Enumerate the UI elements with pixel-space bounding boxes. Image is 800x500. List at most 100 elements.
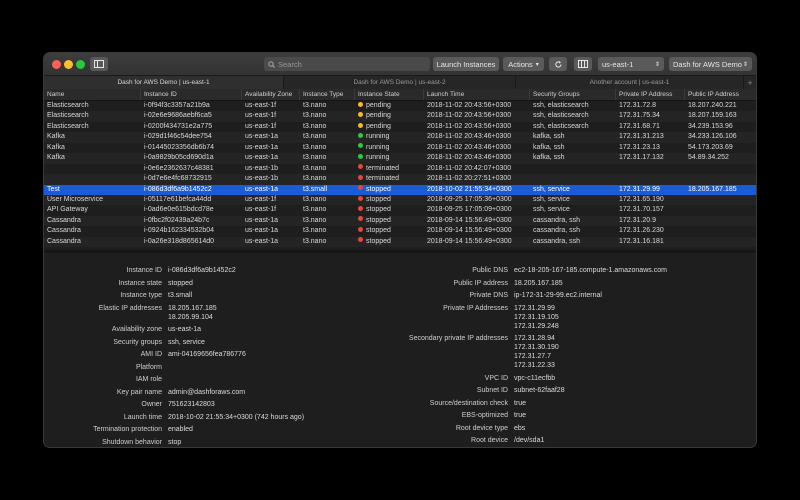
column-header-public-ip[interactable]: Public IP Address — [685, 89, 756, 100]
state-label: stopped — [366, 237, 391, 245]
cell-name: Kafka — [47, 133, 65, 141]
detail-value[interactable]: ebs — [514, 424, 525, 433]
tab-account-3[interactable]: Another account | us-east-1 — [516, 76, 744, 89]
status-dot-icon — [358, 174, 363, 180]
detail-label: Instance ID — [126, 267, 162, 274]
detail-label: Elastic IP addresses — [98, 304, 162, 312]
cell-instance-id: i-086d3df6a9b1452c2 — [144, 185, 212, 193]
cell-instance-type: t3.nano — [303, 206, 327, 214]
cell-name: Elasticsearch — [47, 112, 89, 120]
cell-name: Kafka — [47, 143, 65, 151]
table-row[interactable]: Cassandra i-0924b162334532b04 us-east-1a t3… — [44, 226, 756, 236]
column-header-instance-type[interactable]: Instance Type — [300, 89, 355, 100]
column-header-security-groups[interactable]: Security Groups — [530, 89, 616, 100]
add-tab-button[interactable]: + — [744, 76, 756, 89]
sidebar-toggle-button[interactable] — [90, 57, 108, 71]
cell-instance-state: stopped — [355, 216, 424, 226]
detail-value[interactable]: vpc-c11ecfbb — [514, 374, 555, 383]
detail-value[interactable]: ssh, service — [168, 338, 205, 347]
table-row[interactable]: Kafka i-0a9829b05cd690d1a us-east-1a t3.nan… — [44, 153, 756, 164]
status-dot-icon — [358, 164, 363, 170]
table-row[interactable]: Elasticsearch i-0f94f3c3357a21b9a us-east-… — [44, 101, 756, 111]
cell-instance-id: i-0a26e318d865614d0 — [144, 237, 215, 245]
cell-public-ip — [685, 195, 756, 205]
launch-instances-button[interactable]: Launch Instances — [433, 57, 499, 71]
detail-value[interactable]: stopped — [168, 279, 193, 288]
cell-instance-type: t3.nano — [303, 227, 327, 235]
detail-value[interactable]: 172.31.28.94 172.31.30.190 172.31.27.7 1… — [514, 334, 559, 370]
detail-value[interactable]: ami-04169656fea786776 — [168, 350, 246, 359]
detail-value[interactable]: 751623142803 — [168, 400, 215, 409]
table-row[interactable]: Cassandra i-0fbc2f02439a24b7c us-east-1a t3… — [44, 215, 756, 227]
cell-security-groups: ssh, elasticsearch — [533, 122, 589, 130]
zoom-window-button[interactable] — [76, 60, 85, 69]
table-row[interactable]: Kafka i-029d1f46c54dee754 us-east-1a t3.nan… — [44, 132, 756, 143]
state-label: stopped — [366, 227, 391, 235]
detail-value[interactable]: t3.small — [168, 291, 192, 300]
detail-label: IAM role — [135, 376, 162, 383]
account-select[interactable]: Dash for AWS Demo ⇕ — [669, 57, 752, 71]
detail-value[interactable]: /dev/sda1 — [514, 436, 544, 445]
table-row[interactable]: Test i-086d3df6a9b1452c2 us-east-1a t3.smal… — [44, 184, 756, 195]
column-header-name[interactable]: Name — [44, 89, 141, 100]
detail-value[interactable]: ec2-18-205-167-185.compute-1.amazonaws.c… — [514, 266, 667, 275]
column-header-instance-id[interactable]: Instance ID — [141, 89, 242, 100]
chevron-down-icon: ▾ — [535, 61, 539, 68]
tab-account-1[interactable]: Dash for AWS Demo | us-east-1 — [44, 76, 284, 89]
status-dot-icon — [358, 195, 363, 201]
cell-launch-time: 2018-11-02 20:42:07+0300 — [427, 164, 512, 172]
minimize-window-button[interactable] — [64, 60, 73, 69]
columns-toggle-button[interactable] — [574, 57, 592, 71]
cell-launch-time: 2018-11-02 20:43:56+0300 — [427, 122, 512, 130]
cell-security-groups: ssh, service — [533, 195, 570, 203]
sidebar-icon — [94, 60, 104, 68]
detail-value[interactable]: i-086d3df6a9b1452c2 — [168, 266, 236, 275]
search-field[interactable] — [264, 57, 430, 71]
cell-availability-zone: us-east-1f — [245, 122, 277, 130]
detail-value[interactable]: stop — [168, 438, 181, 447]
column-header-availability-zone[interactable]: Availability Zone — [242, 89, 300, 100]
status-dot-icon — [358, 143, 363, 149]
detail-value[interactable]: us-east-1a — [168, 325, 201, 334]
refresh-button[interactable] — [549, 57, 567, 71]
instances-table: Elasticsearch i-0f94f3c3357a21b9a us-east-… — [44, 101, 756, 248]
search-input[interactable] — [275, 59, 418, 69]
detail-value[interactable]: subnet-62faaf28 — [514, 386, 565, 395]
detail-label: Secondary private IP addresses — [408, 335, 508, 342]
detail-value[interactable]: 2018-10-02 21:55:34+0300 (742 hours ago) — [168, 413, 304, 422]
detail-value[interactable]: 18.205.167.185 18.205.99.104 — [168, 304, 217, 322]
detail-value[interactable]: 18.205.167.185 — [514, 279, 563, 288]
column-header-private-ip[interactable]: Private IP Address — [616, 89, 685, 100]
cell-availability-zone: us-east-1f — [245, 195, 277, 203]
detail-label: Key pair name — [116, 388, 162, 396]
actions-menu-button[interactable]: Actions ▾ — [503, 57, 544, 71]
table-row[interactable]: Cassandra i-0a26e318d865614d0 us-east-1a t3… — [44, 236, 756, 248]
cell-availability-zone: us-east-1b — [245, 164, 279, 172]
table-row[interactable]: Elasticsearch i-02e6e9686aebf6ca5 us-east-… — [44, 111, 756, 122]
table-row[interactable]: Kafka i-01445023356db6b74 us-east-1a t3.nan… — [44, 143, 756, 153]
table-row[interactable]: Elasticsearch i-0200f434731e2a775 us-east-… — [44, 122, 756, 132]
detail-label: Instance type — [120, 292, 162, 299]
detail-value[interactable]: true — [514, 399, 526, 408]
close-window-button[interactable] — [52, 60, 61, 69]
detail-value[interactable]: admin@dashforaws.com — [168, 388, 245, 397]
region-select[interactable]: us-east-1 ⇕ — [598, 57, 664, 71]
cell-private-ip: 172.31.31.213 — [619, 133, 664, 141]
column-header-instance-state[interactable]: Instance State — [355, 89, 424, 100]
tab-account-2[interactable]: Dash for AWS Demo | us-east-2 — [284, 76, 516, 89]
table-row[interactable]: API Gateway i-0ad6e0e615bdcd78e us-east-1f… — [44, 205, 756, 215]
table-row[interactable]: i-0d7e6e4fc68732915 us-east-1b t3.nano term… — [44, 174, 756, 185]
column-header-launch-time[interactable]: Launch Time — [424, 89, 530, 100]
detail-label: Security groups — [113, 338, 162, 346]
cell-instance-type: t3.nano — [303, 216, 327, 224]
cell-instance-id: i-01445023356db6b74 — [144, 143, 215, 151]
table-row[interactable]: i-0e6e2362637c48381 us-east-1b t3.nano term… — [44, 164, 756, 174]
cell-instance-type: t3.nano — [303, 102, 327, 109]
detail-value[interactable]: 172.31.29.99 172.31.19.105 172.31.29.248 — [514, 304, 559, 331]
detail-value[interactable]: true — [514, 411, 526, 420]
detail-label: VPC ID — [484, 374, 508, 382]
cell-instance-state: pending — [355, 111, 424, 121]
detail-value[interactable]: enabled — [168, 425, 193, 434]
table-row[interactable]: User Microservice i-05117e61befca44dd us-e… — [44, 194, 756, 206]
detail-value[interactable]: ip-172-31-29-99.ec2.internal — [514, 291, 602, 300]
